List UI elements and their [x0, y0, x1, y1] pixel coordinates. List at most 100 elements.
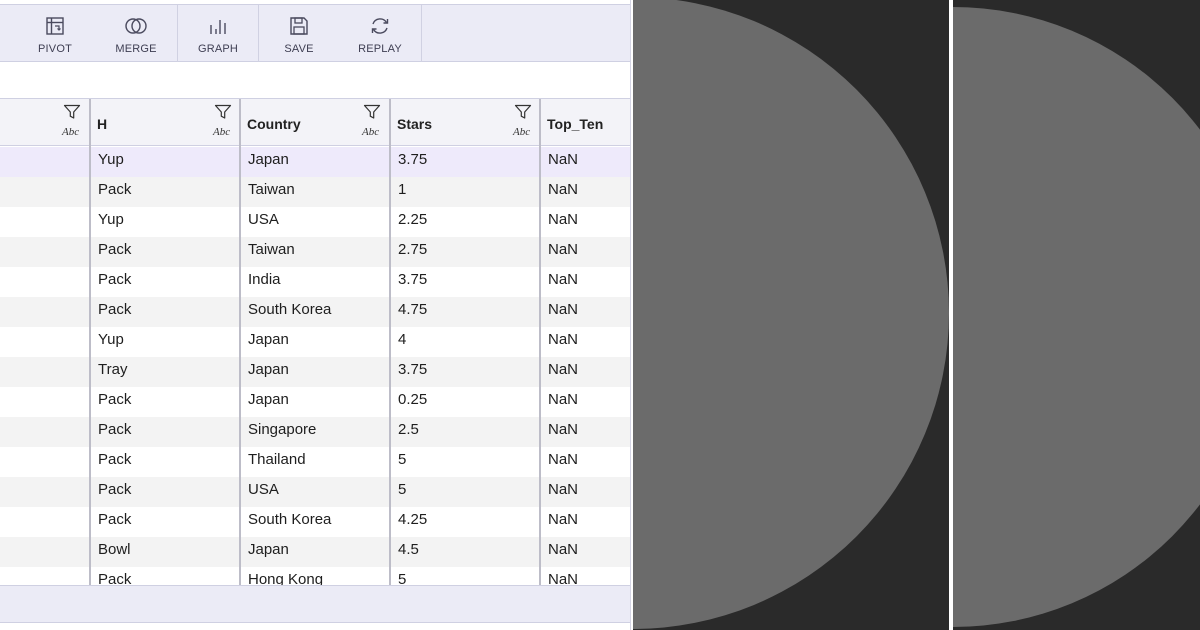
table-cell[interactable]: NaN — [548, 151, 578, 173]
table-cell[interactable]: 1 — [398, 181, 406, 203]
filter-icon[interactable] — [63, 104, 81, 120]
table-row[interactable]: Pack India 3.75 NaN — [0, 267, 630, 297]
table-cell[interactable]: 2.5 — [398, 421, 419, 443]
table-cell[interactable]: India — [248, 271, 281, 293]
table-cell[interactable]: Pack — [98, 181, 131, 203]
table-cell[interactable]: NaN — [548, 511, 578, 533]
table-cell[interactable]: 4.5 — [398, 541, 419, 563]
column-divider[interactable] — [539, 99, 541, 585]
formula-bar[interactable] — [0, 63, 630, 99]
table-cell[interactable]: NaN — [548, 391, 578, 413]
table-row[interactable]: Pack Singapore 2.5 NaN — [0, 417, 630, 447]
table-cell[interactable]: 5 — [398, 451, 406, 473]
table-cell[interactable]: Yup — [98, 151, 124, 173]
table-cell[interactable]: NaN — [548, 421, 578, 443]
column-header-h[interactable]: H Abc — [91, 99, 241, 146]
table-cell[interactable]: South Korea — [248, 301, 331, 323]
table-cell[interactable]: NaN — [548, 271, 578, 293]
table-row[interactable]: Yup USA 2.25 NaN — [0, 207, 630, 237]
table-cell[interactable]: South Korea — [248, 511, 331, 533]
column-divider[interactable] — [389, 99, 391, 585]
table-row[interactable]: Tray Japan 3.75 NaN — [0, 357, 630, 387]
table-row[interactable]: Yup Japan 3.75 NaN — [0, 147, 630, 177]
pivot-icon — [46, 17, 64, 35]
table-cell[interactable]: Pack — [98, 271, 131, 293]
pivot-button[interactable]: PIVOT — [20, 5, 90, 62]
table-cell[interactable]: Pack — [98, 571, 131, 585]
table-cell[interactable]: 5 — [398, 481, 406, 503]
column-header-top-ten[interactable]: Top_Ten — [541, 99, 630, 146]
table-cell[interactable]: 0.25 — [398, 391, 427, 413]
spreadsheet-app: PIVOT MERGE GRAPH SAVE REPLAY Abc H Abc … — [0, 0, 631, 630]
filter-icon[interactable] — [514, 104, 532, 120]
graph-icon — [210, 20, 226, 34]
column-divider[interactable] — [239, 99, 241, 585]
table-cell[interactable]: Japan — [248, 361, 289, 383]
table-row[interactable]: Pack USA 5 NaN — [0, 477, 630, 507]
table-cell[interactable]: Pack — [98, 421, 131, 443]
toolbar: PIVOT MERGE GRAPH SAVE REPLAY — [0, 4, 630, 62]
table-cell[interactable]: NaN — [548, 481, 578, 503]
table-cell[interactable]: USA — [248, 211, 279, 233]
table-cell[interactable]: Japan — [248, 541, 289, 563]
table-row[interactable]: Yup Japan 4 NaN — [0, 327, 630, 357]
table-row[interactable]: Pack Hong Kong 5 NaN — [0, 567, 630, 585]
table-cell[interactable]: USA — [248, 481, 279, 503]
table-cell[interactable]: 2.75 — [398, 241, 427, 263]
filter-icon[interactable] — [363, 104, 381, 120]
table-row[interactable]: Bowl Japan 4.5 NaN — [0, 537, 630, 567]
table-cell[interactable]: NaN — [548, 451, 578, 473]
table-cell[interactable]: NaN — [548, 181, 578, 203]
merge-button[interactable]: MERGE — [100, 5, 172, 62]
table-cell[interactable]: NaN — [548, 361, 578, 383]
save-button[interactable]: SAVE — [263, 5, 335, 62]
table-cell[interactable]: NaN — [548, 211, 578, 233]
column-header-stars[interactable]: Stars Abc — [391, 99, 541, 146]
table-cell[interactable]: Pack — [98, 391, 131, 413]
filter-icon[interactable] — [214, 104, 232, 120]
table-cell[interactable]: NaN — [548, 571, 578, 585]
table-cell[interactable]: Pack — [98, 301, 131, 323]
table-cell[interactable]: Pack — [98, 451, 131, 473]
table-cell[interactable]: Japan — [248, 331, 289, 353]
column-header-country[interactable]: Country Abc — [241, 99, 391, 146]
table-row[interactable]: Pack South Korea 4.75 NaN — [0, 297, 630, 327]
table-row[interactable]: Pack Taiwan 2.75 NaN — [0, 237, 630, 267]
column-type-label: Abc — [513, 126, 531, 138]
table-cell[interactable]: 4.25 — [398, 511, 427, 533]
table-cell[interactable]: 5 — [398, 571, 406, 585]
table-row[interactable]: Pack Japan 0.25 NaN — [0, 387, 630, 417]
table-cell[interactable]: Pack — [98, 241, 131, 263]
table-cell[interactable]: Pack — [98, 511, 131, 533]
table-cell[interactable]: Taiwan — [248, 241, 295, 263]
table-cell[interactable]: Pack — [98, 481, 131, 503]
table-cell[interactable]: 4 — [398, 331, 406, 353]
table-cell[interactable]: Singapore — [248, 421, 316, 443]
table-cell[interactable]: Bowl — [98, 541, 131, 563]
table-cell[interactable]: NaN — [548, 301, 578, 323]
table-cell[interactable]: Yup — [98, 211, 124, 233]
table-row[interactable]: Pack Taiwan 1 NaN — [0, 177, 630, 207]
table-cell[interactable]: Yup — [98, 331, 124, 353]
column-divider[interactable] — [89, 99, 91, 585]
table-cell[interactable]: NaN — [548, 241, 578, 263]
table-cell[interactable]: Japan — [248, 151, 289, 173]
column-name: Country — [247, 116, 301, 132]
table-cell[interactable]: Taiwan — [248, 181, 295, 203]
table-cell[interactable]: Thailand — [248, 451, 306, 473]
table-cell[interactable]: 2.25 — [398, 211, 427, 233]
table-cell[interactable]: Japan — [248, 391, 289, 413]
table-cell[interactable]: Tray — [98, 361, 127, 383]
table-row[interactable]: Pack South Korea 4.25 NaN — [0, 507, 630, 537]
table-cell[interactable]: NaN — [548, 541, 578, 563]
replay-button[interactable]: REPLAY — [344, 5, 416, 62]
table-cell[interactable]: 3.75 — [398, 361, 427, 383]
status-bar — [0, 585, 630, 623]
table-cell[interactable]: 4.75 — [398, 301, 427, 323]
table-cell[interactable]: NaN — [548, 331, 578, 353]
table-cell[interactable]: 3.75 — [398, 271, 427, 293]
graph-button[interactable]: GRAPH — [182, 5, 254, 62]
table-cell[interactable]: Hong Kong — [248, 571, 323, 585]
table-row[interactable]: Pack Thailand 5 NaN — [0, 447, 630, 477]
table-cell[interactable]: 3.75 — [398, 151, 427, 173]
